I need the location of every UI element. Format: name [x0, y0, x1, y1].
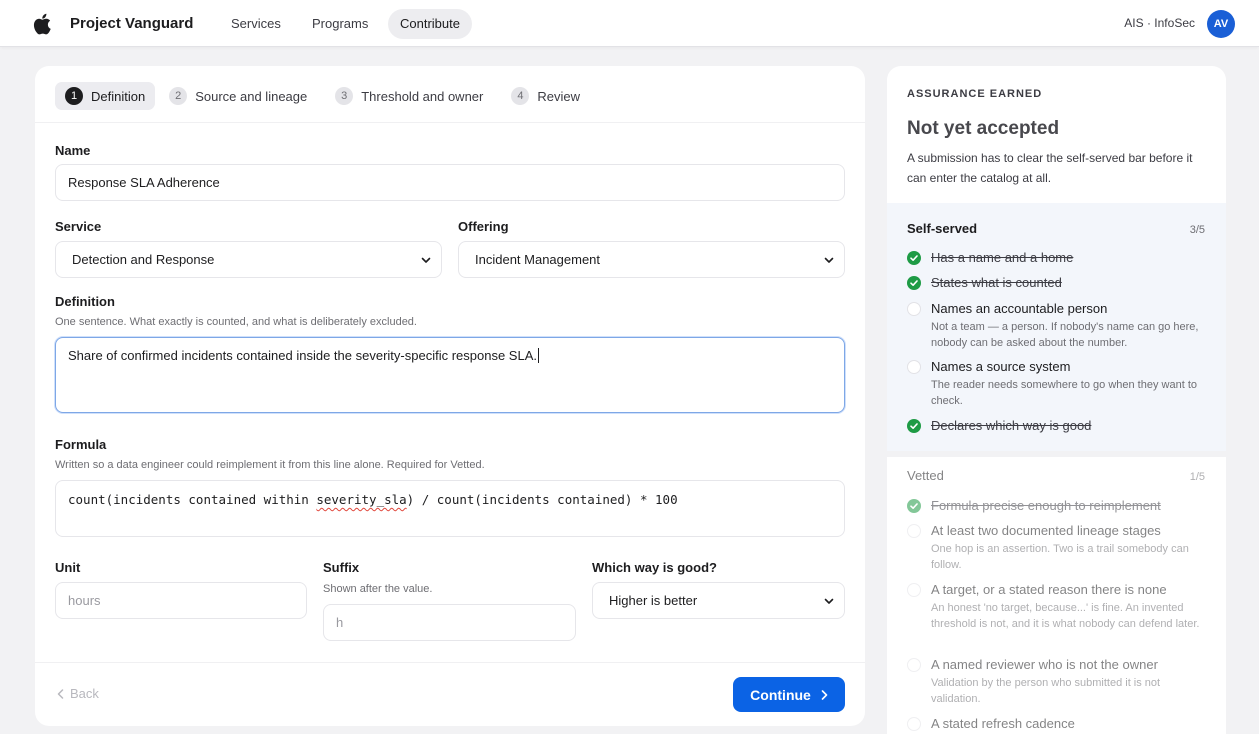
org-label: AIS · InfoSec [1124, 16, 1195, 30]
criterion-title: A stated refresh cadence [931, 716, 1075, 731]
unit-input[interactable]: hours [55, 582, 307, 619]
tier-count: 1/5 [1189, 471, 1205, 483]
empty-circle-icon [907, 717, 921, 731]
check-circle-icon [907, 251, 921, 265]
brand-name[interactable]: Project Vanguard [70, 15, 193, 32]
formula-part: ) / count(incidents contained) * 100 [406, 492, 678, 507]
chevron-right-icon [821, 689, 828, 700]
chevron-down-icon [421, 257, 431, 263]
name-label: Name [55, 143, 91, 158]
check-circle-icon [907, 499, 921, 513]
nav-programs[interactable]: Programs [300, 9, 380, 39]
criterion-description: The reader needs somewhere to go when th… [931, 379, 1197, 407]
definition-textarea[interactable]: Share of confirmed incidents contained i… [55, 337, 845, 413]
formula-hint: Written so a data engineer could reimple… [55, 459, 485, 471]
divider [35, 662, 865, 663]
formula-part: count(incidents contained within [68, 492, 317, 507]
formula-label: Formula [55, 437, 107, 452]
chevron-down-icon [824, 598, 834, 604]
step-number: 2 [169, 87, 188, 105]
assurance-description: A submission has to clear the self-serve… [907, 151, 1193, 185]
step-review[interactable]: 4 Review [501, 82, 590, 110]
definition-label: Definition [55, 294, 115, 309]
text-caret [537, 348, 539, 363]
criterion-description: One hop is an assertion. Two is a trail … [931, 543, 1189, 571]
tier-name: Self-served [907, 221, 978, 236]
step-threshold-owner[interactable]: 3 Threshold and owner [325, 82, 493, 110]
formula-spellcheck-flag: severity_sla [316, 492, 407, 507]
empty-circle-icon [907, 524, 921, 538]
check-circle-icon [907, 419, 921, 433]
step-label: Threshold and owner [361, 88, 484, 104]
criterion-description: Not a team — a person. If nobody's name … [931, 321, 1199, 349]
unit-label: Unit [55, 560, 81, 575]
assurance-kicker: ASSURANCE EARNED [907, 88, 1043, 100]
step-label: Definition [91, 88, 146, 104]
suffix-label: Suffix [323, 560, 360, 575]
assurance-status: Not yet accepted [907, 118, 1060, 139]
back-button[interactable]: Back [57, 686, 99, 701]
service-select[interactable]: Detection and Response [55, 241, 442, 278]
service-value: Detection and Response [72, 252, 215, 267]
offering-select[interactable]: Incident Management [458, 241, 845, 278]
criterion-title: Has a name and a home [931, 250, 1074, 265]
continue-button[interactable]: Continue [733, 677, 845, 712]
offering-label: Offering [458, 219, 509, 234]
stepper: 1 Definition 2 Source and lineage 3 Thre… [55, 82, 594, 110]
step-number: 4 [511, 87, 530, 105]
criterion-description: An honest 'no target, because...' is fin… [931, 602, 1200, 630]
step-source-lineage[interactable]: 2 Source and lineage [159, 82, 317, 110]
step-label: Review [537, 88, 580, 104]
apple-logo-icon[interactable] [33, 13, 51, 35]
nav-services[interactable]: Services [219, 9, 293, 39]
empty-circle-icon [907, 583, 921, 597]
criterion-title: Formula precise enough to reimplement [931, 498, 1161, 513]
service-label: Service [55, 219, 102, 234]
assurance-panel: ASSURANCE EARNED Not yet accepted A subm… [887, 66, 1226, 734]
criterion-title: A target, or a stated reason there is no… [931, 582, 1167, 597]
chevron-down-icon [824, 257, 834, 263]
tier-count: 3/5 [1189, 224, 1205, 236]
metric-form-card: 1 Definition 2 Source and lineage 3 Thre… [35, 66, 865, 726]
empty-circle-icon [907, 658, 921, 672]
definition-text: Share of confirmed incidents contained i… [68, 348, 537, 363]
tier-name: Vetted [907, 468, 944, 483]
empty-circle-icon [907, 360, 921, 374]
check-circle-icon [907, 276, 921, 290]
divider [887, 451, 1226, 457]
tier-self-served: Self-served 3/5 Has a name and a home St… [887, 203, 1226, 451]
step-number: 3 [335, 87, 354, 105]
formula-input[interactable]: count(incidents contained within severit… [55, 480, 845, 537]
direction-label: Which way is good? [592, 560, 717, 575]
criterion-title: Names a source system [931, 359, 1071, 374]
criterion-title: Declares which way is good [931, 418, 1092, 433]
step-definition[interactable]: 1 Definition [55, 82, 156, 110]
definition-hint: One sentence. What exactly is counted, a… [55, 316, 417, 328]
empty-circle-icon [907, 302, 921, 316]
step-number: 1 [65, 87, 83, 105]
suffix-hint: Shown after the value. [323, 583, 433, 595]
name-input[interactable]: Response SLA Adherence [55, 164, 845, 201]
back-label: Back [70, 686, 99, 701]
direction-select[interactable]: Higher is better [592, 582, 845, 619]
criterion-title: States what is counted [931, 275, 1062, 290]
chevron-left-icon [57, 688, 64, 699]
suffix-input[interactable]: h [323, 604, 576, 641]
criterion-title: A named reviewer who is not the owner [931, 657, 1158, 672]
criterion-title: Names an accountable person [931, 301, 1108, 316]
nav-contribute[interactable]: Contribute [388, 9, 472, 39]
direction-value: Higher is better [609, 593, 698, 608]
continue-label: Continue [750, 686, 811, 703]
criterion-description: Validation by the person who submitted i… [931, 677, 1161, 705]
divider [35, 122, 865, 123]
avatar[interactable]: AV [1207, 10, 1235, 38]
top-nav: Project Vanguard Services Programs Contr… [0, 0, 1259, 47]
step-label: Source and lineage [195, 88, 308, 104]
criterion-title: At least two documented lineage stages [931, 523, 1161, 538]
offering-value: Incident Management [475, 252, 601, 267]
